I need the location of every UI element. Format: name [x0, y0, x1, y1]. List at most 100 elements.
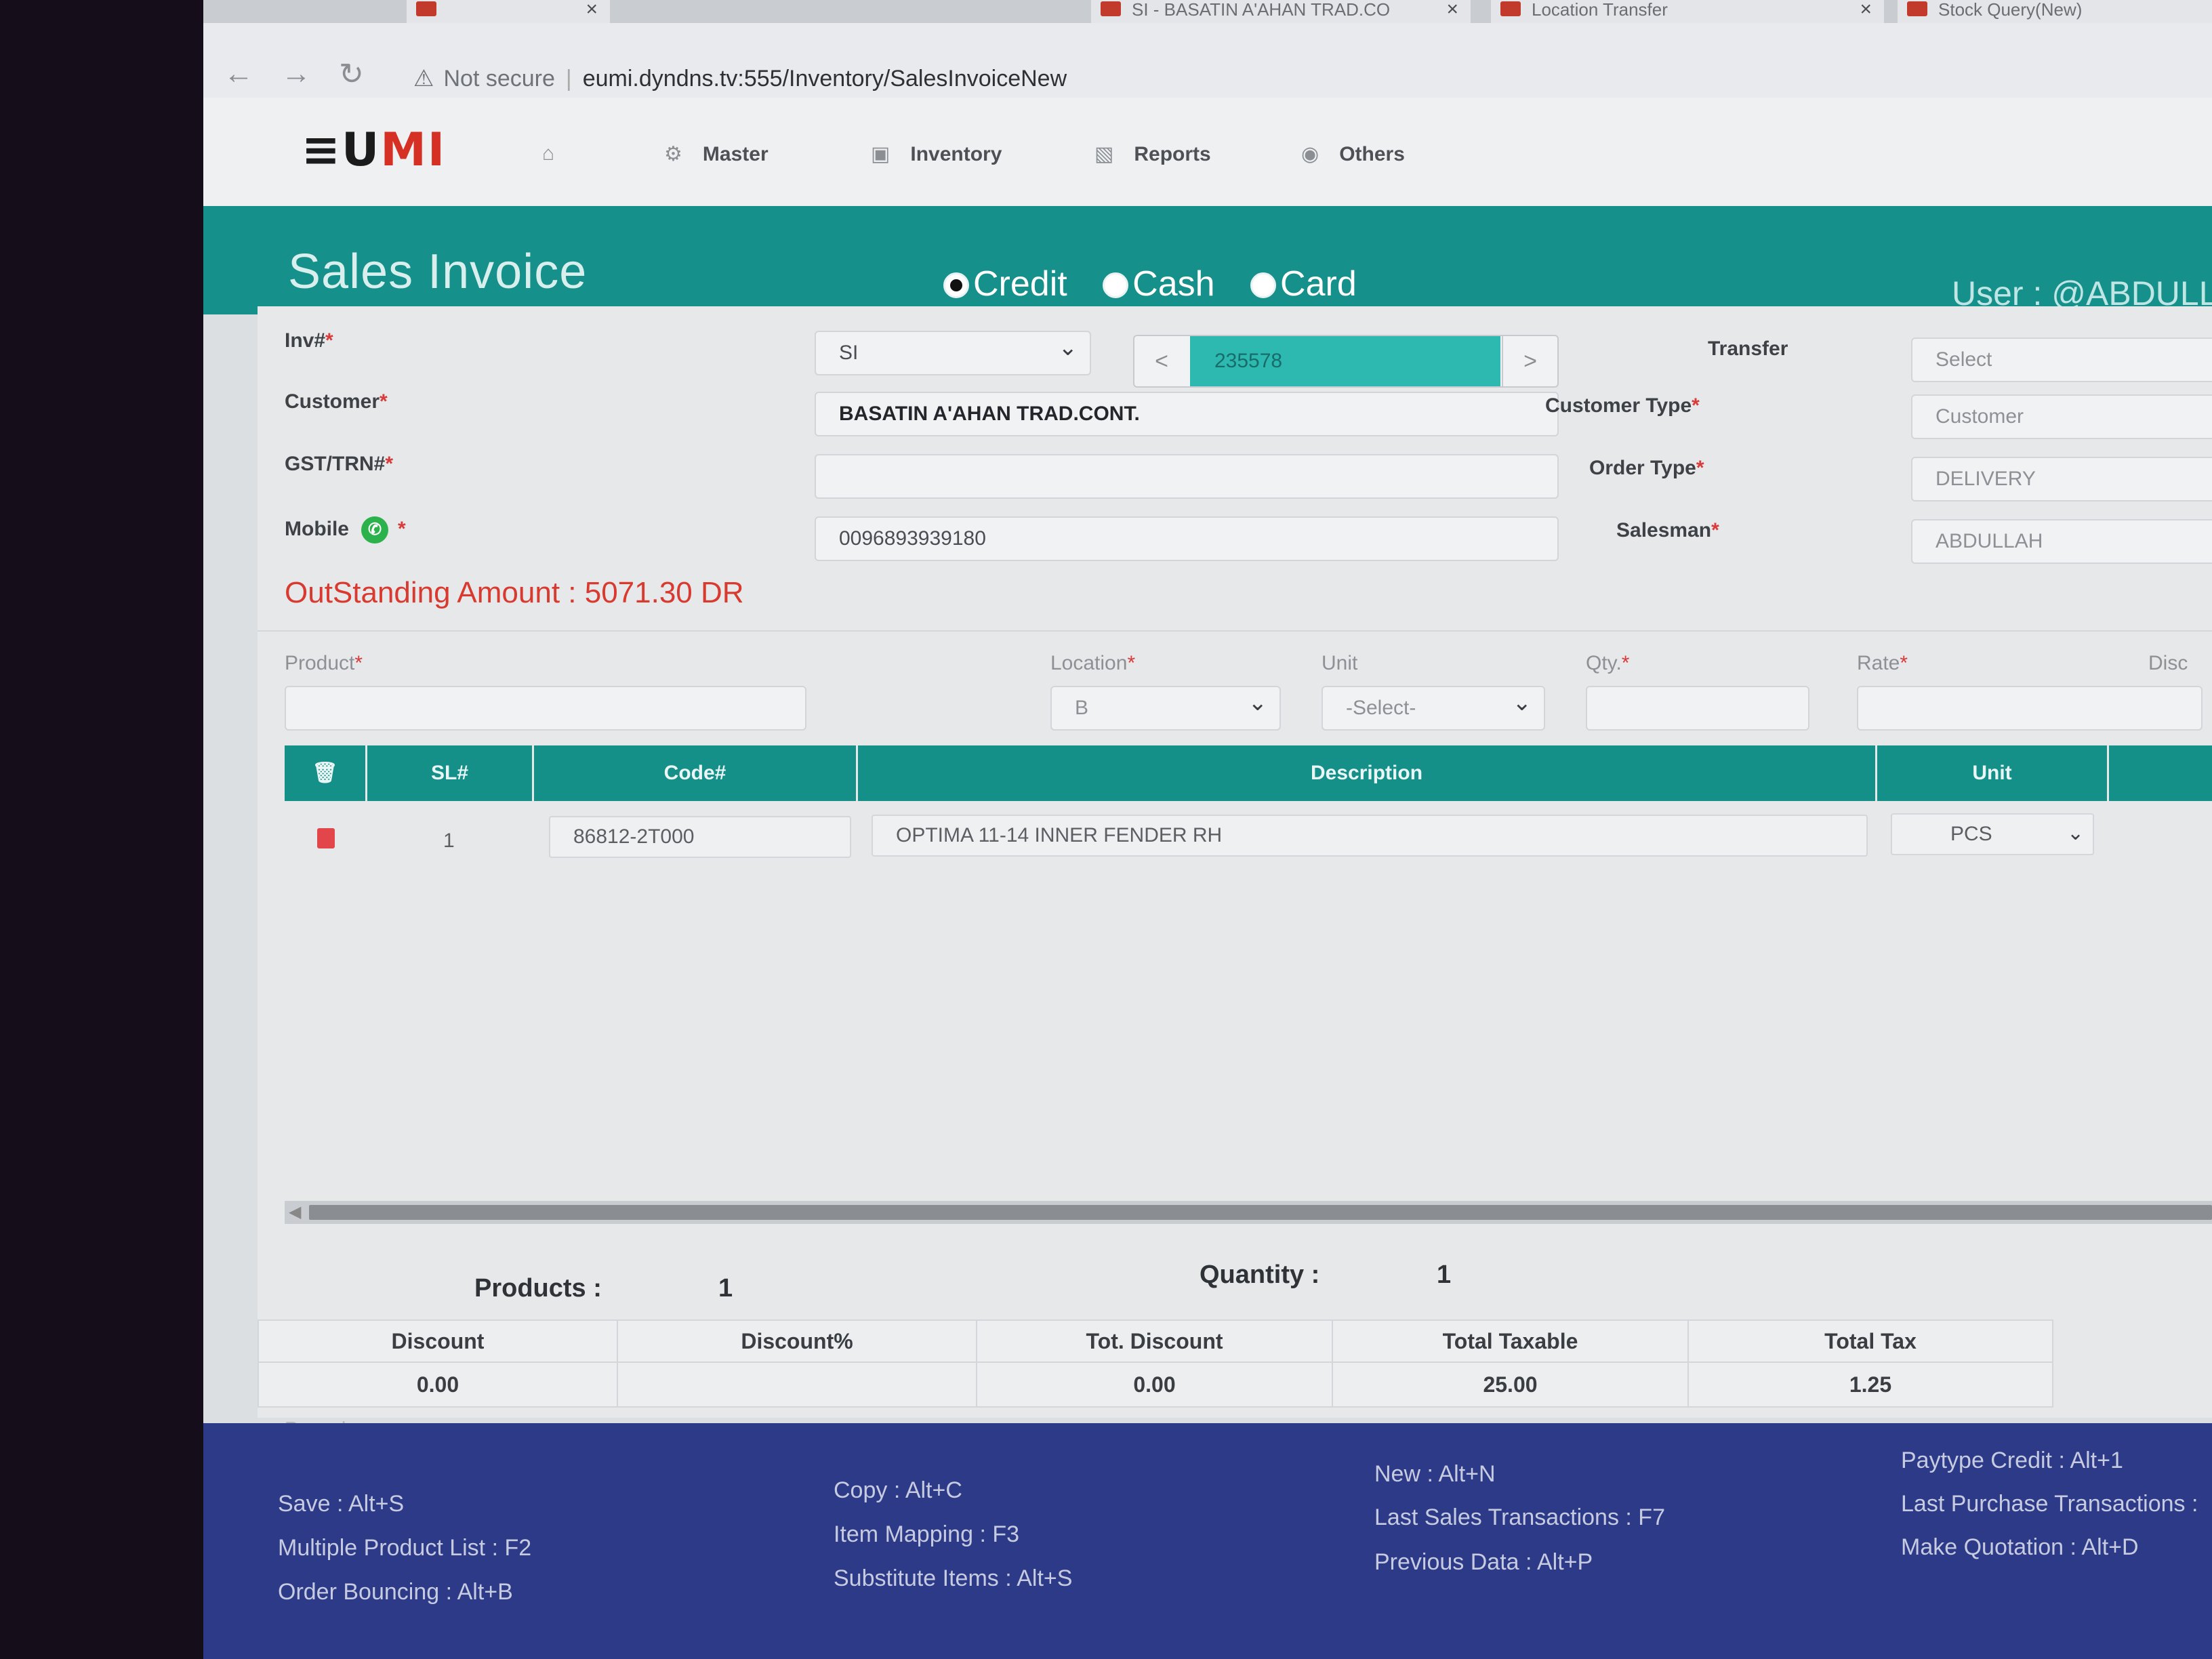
- scroll-left-icon[interactable]: ◀: [289, 1202, 301, 1222]
- discount-percent-col: Discount%: [618, 1321, 977, 1406]
- customer-field[interactable]: BASATIN A'AHAN TRAD.CONT.: [815, 392, 1559, 436]
- tab-favicon-icon: [1907, 1, 1927, 16]
- back-icon[interactable]: ←: [224, 57, 253, 91]
- inventory-icon: ▣: [871, 143, 890, 165]
- transfer-select[interactable]: Select: [1911, 337, 2212, 382]
- paytype-cash-radio[interactable]: Cash: [1103, 264, 1215, 304]
- tab-strip: × SI - BASATIN A'AHAN TRAD.CO × Location…: [203, 0, 2212, 23]
- prev-invoice-button[interactable]: <: [1134, 336, 1189, 386]
- browser-tab[interactable]: Stock Query(New): [1898, 0, 2212, 23]
- unit-select[interactable]: -Select-: [1322, 686, 1545, 731]
- tab-label: SI - BASATIN A'AHAN TRAD.CO: [1132, 0, 1391, 20]
- total-taxable-col: Total Taxable 25.00: [1333, 1321, 1689, 1406]
- menu-master[interactable]: ⚙ Master: [664, 142, 769, 166]
- pay-type-group: Credit Cash Card: [943, 264, 1382, 304]
- url-field[interactable]: ⚠ Not secure | eumi.dyndns.tv:555/Inventory…: [413, 65, 1067, 92]
- browser-tab[interactable]: ×: [407, 0, 610, 23]
- label-text: Customer Type: [1545, 394, 1692, 417]
- qty-input[interactable]: [1586, 686, 1809, 731]
- tab-close-icon[interactable]: ×: [1446, 0, 1458, 20]
- row-description-field[interactable]: OPTIMA 11-14 INNER FENDER RH: [872, 815, 1868, 857]
- next-invoice-button[interactable]: >: [1502, 336, 1557, 386]
- chevron-down-icon[interactable]: ⌄: [2067, 821, 2084, 845]
- customer-label: Customer*: [285, 390, 388, 413]
- tab-close-icon[interactable]: ×: [1860, 0, 1872, 20]
- label-text: Inv#: [285, 329, 326, 352]
- whatsapp-icon[interactable]: ✆: [361, 516, 388, 544]
- radio-icon: [1103, 272, 1129, 298]
- table-row[interactable]: 1 86812-2T000 OPTIMA 11-14 INNER FENDER …: [285, 801, 2212, 876]
- tot-discount-value: 0.00: [1133, 1372, 1176, 1397]
- tab-close-icon[interactable]: ×: [586, 0, 598, 20]
- logo-dark-part: ≡U: [302, 123, 381, 177]
- totals-section: Products : 1 Quantity : 1 Discount 0.00 …: [258, 1255, 2053, 1418]
- col-sl: SL#: [367, 745, 534, 801]
- tab-label: Stock Query(New): [1938, 0, 2083, 20]
- paytype-label: Credit: [973, 264, 1067, 304]
- mobile-field[interactable]: 0096893939180: [815, 516, 1559, 561]
- transfer-label: Transfer: [1708, 337, 1788, 360]
- unit-label: Unit: [1322, 652, 1358, 674]
- forward-icon[interactable]: →: [281, 57, 311, 91]
- menu-home[interactable]: ⌂: [542, 142, 575, 165]
- gst-label: GST/TRN#*: [285, 453, 393, 476]
- shortcut-paytype-credit: Paytype Credit : Alt+1: [1901, 1448, 2123, 1473]
- horizontal-scrollbar[interactable]: ◀: [285, 1201, 2212, 1224]
- product-input[interactable]: [285, 686, 806, 731]
- menu-inventory[interactable]: ▣ Inventory: [871, 142, 1002, 166]
- menu-reports[interactable]: ▧ Reports: [1094, 142, 1211, 166]
- salesman-select[interactable]: ABDULLAH: [1911, 519, 2212, 564]
- customer-type-select[interactable]: Customer: [1911, 394, 2212, 439]
- tab-favicon-icon: [1500, 1, 1521, 16]
- gst-field[interactable]: [815, 454, 1559, 499]
- shortcut-substitute-items: Substitute Items : Alt+S: [834, 1565, 1073, 1591]
- reload-icon[interactable]: ↻: [339, 57, 364, 91]
- shortcut-previous-data: Previous Data : Alt+P: [1374, 1549, 1593, 1575]
- rate-label: Rate*: [1857, 652, 1908, 675]
- menu-others[interactable]: ◉ Others: [1301, 142, 1405, 166]
- tot-discount-col: Tot. Discount 0.00: [977, 1321, 1333, 1406]
- mobile-label: Mobile ✆ *: [285, 516, 406, 544]
- required-mark: *: [1692, 394, 1700, 417]
- row-unit-select[interactable]: PCS: [1891, 813, 2094, 855]
- label-text: Mobile: [285, 517, 349, 540]
- discount-value: 0.00: [416, 1372, 459, 1397]
- inv-label: Inv#*: [285, 329, 333, 352]
- delete-row-icon[interactable]: [317, 828, 335, 848]
- inv-prefix-select[interactable]: SI: [815, 331, 1091, 375]
- outstanding-amount: OutStanding Amount : 5071.30 DR: [285, 576, 744, 609]
- location-select[interactable]: B: [1050, 686, 1281, 731]
- label-text: Location: [1050, 652, 1128, 674]
- browser-tab-active[interactable]: SI - BASATIN A'AHAN TRAD.CO ×: [1091, 0, 1471, 23]
- label-text: Order Type: [1589, 457, 1696, 479]
- invoice-number-field[interactable]: 235578: [1190, 336, 1500, 386]
- discount-percent-value[interactable]: [618, 1363, 976, 1406]
- paytype-credit-radio[interactable]: Credit: [943, 264, 1067, 304]
- scrollbar-thumb[interactable]: [309, 1205, 2212, 1220]
- menu-label: Others: [1339, 143, 1405, 165]
- location-label: Location*: [1050, 652, 1135, 675]
- shortcut-item-mapping: Item Mapping : F3: [834, 1521, 1020, 1547]
- total-tax-col: Total Tax 1.25: [1689, 1321, 2052, 1406]
- shortcut-footer: Save : Alt+S Multiple Product List : F2 …: [203, 1423, 2212, 1659]
- page-title-band: Sales Invoice Credit Cash Card User : @A…: [203, 206, 2212, 314]
- rate-input[interactable]: [1857, 686, 2203, 731]
- order-type-select[interactable]: DELIVERY: [1911, 457, 2212, 501]
- total-taxable-value: 25.00: [1483, 1372, 1538, 1397]
- radio-icon: [1250, 272, 1277, 298]
- required-mark: *: [325, 329, 333, 352]
- required-mark: *: [398, 517, 406, 540]
- master-icon: ⚙: [664, 143, 682, 165]
- paytype-label: Cash: [1132, 264, 1215, 304]
- discount-header: Discount: [259, 1321, 617, 1363]
- url-path: /Inventory/SalesInvoiceNew: [782, 66, 1067, 91]
- url-separator: |: [565, 66, 572, 91]
- paytype-card-radio[interactable]: Card: [1250, 264, 1357, 304]
- delete-all-icon[interactable]: 🗑: [285, 745, 367, 801]
- shortcut-new: New : Alt+N: [1374, 1461, 1496, 1487]
- order-type-label: Order Type*: [1589, 457, 1704, 480]
- browser-tab[interactable]: Location Transfer ×: [1491, 0, 1884, 23]
- shortcut-make-quotation: Make Quotation : Alt+D: [1901, 1534, 2139, 1560]
- app-logo[interactable]: ≡UMI: [302, 123, 446, 177]
- row-code-field[interactable]: 86812-2T000: [549, 816, 851, 858]
